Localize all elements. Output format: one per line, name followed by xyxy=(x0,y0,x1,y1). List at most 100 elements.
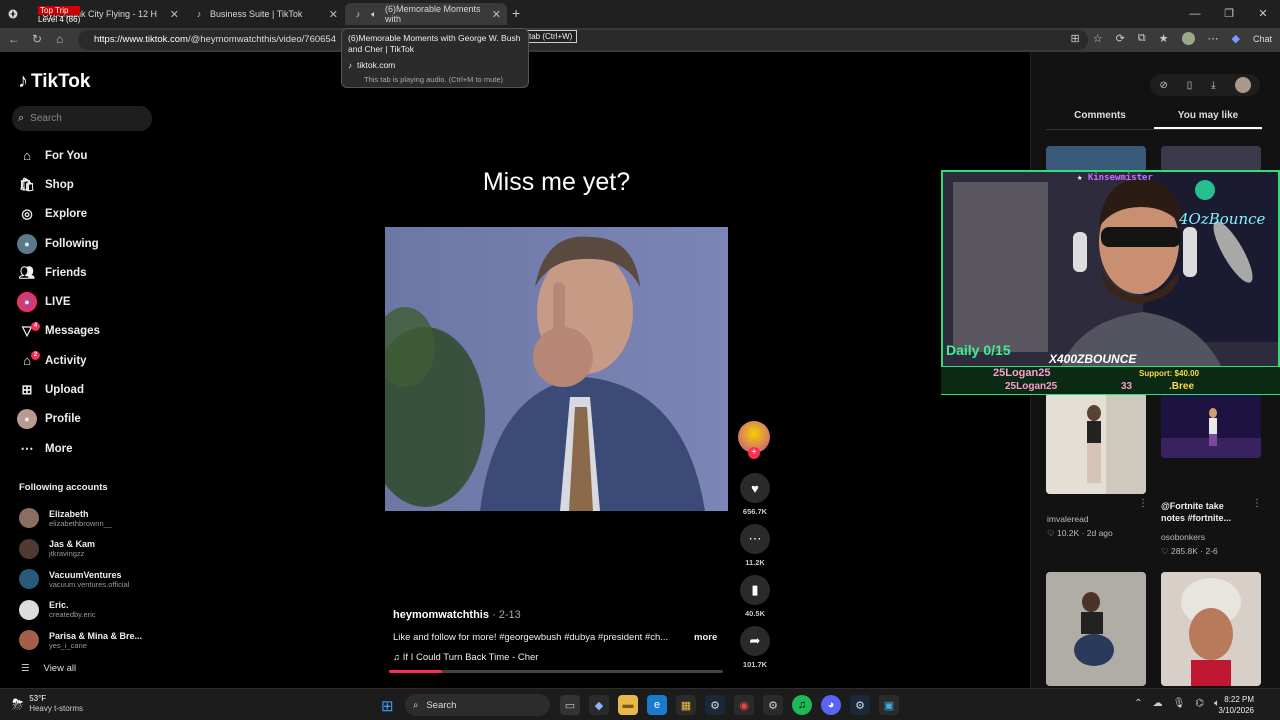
taskbar-search[interactable]: ⌕ Search xyxy=(405,694,550,716)
video-thumbnail[interactable] xyxy=(1161,572,1261,686)
close-icon[interactable]: ✕ xyxy=(1246,0,1280,28)
system-clock[interactable]: 8:22 PM 3/10/2026 xyxy=(1218,694,1254,716)
edge-icon[interactable]: e xyxy=(647,695,667,715)
restore-icon[interactable]: ❐ xyxy=(1212,0,1246,28)
kebab-menu-icon[interactable]: ⋮ xyxy=(1252,498,1262,509)
video-thumbnail[interactable] xyxy=(1161,146,1261,172)
reload-icon[interactable]: ↻ xyxy=(32,32,42,46)
suggested-caption[interactable]: @Fortnite take notes #fortnite... xyxy=(1161,500,1249,524)
video-player[interactable] xyxy=(385,227,728,511)
favorites-icon[interactable]: ★ xyxy=(1159,32,1169,45)
avatar[interactable] xyxy=(1234,77,1251,93)
search-input[interactable]: ⌕ Search xyxy=(12,106,152,131)
nav-for-you[interactable]: ⌂ For You xyxy=(17,141,100,170)
menu-icon[interactable]: ⋯ xyxy=(1208,32,1219,45)
share-icon[interactable]: ➦ xyxy=(740,626,770,656)
comment-action[interactable]: ⋯ 11.2K xyxy=(738,524,772,567)
following-account[interactable]: Jas & Kam jtkravingzz xyxy=(19,534,142,565)
like-action[interactable]: ♥ 656.7K xyxy=(738,473,772,516)
chrome-icon[interactable]: ◉ xyxy=(734,695,754,715)
task-view-icon[interactable]: ▭ xyxy=(560,695,580,715)
chevron-up-icon[interactable]: ⌃ xyxy=(1134,698,1142,709)
video-progress-bar[interactable] xyxy=(389,670,723,673)
close-icon[interactable]: ✕ xyxy=(329,8,338,21)
video-author[interactable]: heymomwatchthis · 2-13 xyxy=(393,609,521,621)
creator-avatar[interactable]: + xyxy=(738,421,770,459)
home-icon[interactable]: ⌂ xyxy=(56,32,63,46)
url-field[interactable]: https://www.tiktok.com/@heymomwatchthis/… xyxy=(78,30,1088,50)
nav-friends[interactable]: 👥︎ Friends xyxy=(17,258,100,287)
nav-shop[interactable]: 🛍︎ Shop xyxy=(17,170,100,199)
close-icon[interactable]: ✕ xyxy=(492,8,501,21)
follow-plus-icon[interactable]: + xyxy=(748,447,760,459)
store-icon[interactable]: ▦ xyxy=(676,695,696,715)
video-actions: + ♥ 656.7K ⋯ 11.2K ▮ 40.5K ➦ 101.7K xyxy=(738,421,772,677)
share-action[interactable]: ➦ 101.7K xyxy=(738,626,772,669)
browser-tab-active[interactable]: ♪ 🔈︎ (6)Memorable Moments with ✕ xyxy=(345,3,507,25)
save-action[interactable]: ▮ 40.5K xyxy=(738,575,772,618)
cloud-icon[interactable]: ☁ xyxy=(1153,698,1163,709)
tab-you-may-like[interactable]: You may like xyxy=(1154,110,1262,129)
nav-profile[interactable]: ● Profile xyxy=(17,405,100,434)
spotify-icon[interactable]: ♫ xyxy=(792,695,812,715)
view-all-link[interactable]: ☰ View all xyxy=(21,663,76,674)
steam-icon[interactable]: ⚙︎ xyxy=(850,695,870,715)
following-account[interactable]: Elizabeth elizabethbrownn__ xyxy=(19,503,142,534)
extensions-icon[interactable]: ⧉ xyxy=(1138,32,1146,45)
folder-icon[interactable]: ▬ xyxy=(618,695,638,715)
nav-explore[interactable]: ◎ Explore xyxy=(17,200,100,229)
coin-icon[interactable]: ⊘ xyxy=(1159,80,1167,91)
following-account[interactable]: Eric. createdby.eric xyxy=(19,595,142,626)
video-caption-text: Miss me yet? xyxy=(482,168,631,196)
more-button[interactable]: more xyxy=(694,632,717,643)
close-icon[interactable]: ✕ xyxy=(170,8,179,21)
copilot-icon[interactable]: ◆ xyxy=(1232,32,1240,45)
device-icon[interactable]: ▯ xyxy=(1187,80,1193,91)
tab-comments[interactable]: Comments xyxy=(1046,110,1154,129)
settings-icon[interactable]: ⚙︎ xyxy=(763,695,783,715)
nav-more[interactable]: ⋯ More xyxy=(17,434,100,463)
steam-icon[interactable]: ⚙︎ xyxy=(705,695,725,715)
favorite-icon[interactable]: ☆ xyxy=(1093,32,1103,45)
weather-widget[interactable]: ⛈︎ 53°F Heavy t-storms xyxy=(12,694,83,714)
bookmark-icon[interactable]: ▮ xyxy=(740,575,770,605)
following-account[interactable]: VacuumVentures vacuum.ventures.official xyxy=(19,564,142,595)
kebab-menu-icon[interactable]: ⋮ xyxy=(1138,498,1148,509)
nav-upload[interactable]: ⊞ Upload xyxy=(17,375,100,404)
refresh-extension-icon[interactable]: ⟳ xyxy=(1116,32,1125,45)
discord-icon[interactable]: ◕ xyxy=(821,695,841,715)
music-icon: ♫ xyxy=(393,652,403,663)
new-tab-button[interactable]: + xyxy=(512,5,520,21)
tiktok-icon: ♪ xyxy=(348,60,352,70)
nav-live[interactable]: ● LIVE xyxy=(17,287,100,316)
download-icon[interactable]: ⤓ xyxy=(1211,80,1215,91)
back-icon[interactable]: ← xyxy=(8,32,20,46)
browser-tab[interactable]: ♪ Business Suite | TikTok ✕ xyxy=(186,3,344,25)
video-thumbnail[interactable] xyxy=(1161,393,1261,458)
video-thumbnail[interactable] xyxy=(1046,393,1146,494)
profile-avatar-icon[interactable] xyxy=(1181,32,1195,45)
nav-messages[interactable]: ▽ 4 Messages xyxy=(17,317,100,346)
suggested-author[interactable]: osobonkers xyxy=(1161,532,1205,542)
app-icon[interactable]: ▣ xyxy=(879,695,899,715)
following-account[interactable]: Parisa & Mina & Bre... yes_i_cane xyxy=(19,625,142,656)
tiktok-logo[interactable]: ♪ TikTok xyxy=(18,70,90,93)
nav-following[interactable]: ● Following xyxy=(17,229,100,258)
apps-icon[interactable]: ⊞ xyxy=(1070,32,1079,45)
start-button[interactable]: ⊞ xyxy=(381,697,394,715)
video-music[interactable]: ♫ If I Could Turn Back Time - Cher xyxy=(393,652,538,663)
copilot-icon[interactable]: ◆ xyxy=(589,695,609,715)
chat-button[interactable]: Chat xyxy=(1253,34,1272,44)
mic-icon[interactable]: 🎙︎ xyxy=(1173,698,1186,709)
comment-icon[interactable]: ⋯ xyxy=(740,524,770,554)
suggested-author[interactable]: imvaleread xyxy=(1047,514,1089,524)
minimize-icon[interactable]: — xyxy=(1178,0,1212,28)
network-icon[interactable]: ⌬ xyxy=(1195,698,1204,709)
heart-icon[interactable]: ♥ xyxy=(740,473,770,503)
video-thumbnail[interactable] xyxy=(1046,572,1146,686)
speaker-icon[interactable]: 🔈︎ xyxy=(369,9,379,19)
video-thumbnail[interactable] xyxy=(1046,146,1146,172)
browser-tab[interactable]: Cyberpunk City Flying - 12 H ✕ xyxy=(0,3,185,25)
nav-activity[interactable]: ⌂ 2 Activity xyxy=(17,346,100,375)
shop-icon: 🛍︎ xyxy=(18,176,36,192)
